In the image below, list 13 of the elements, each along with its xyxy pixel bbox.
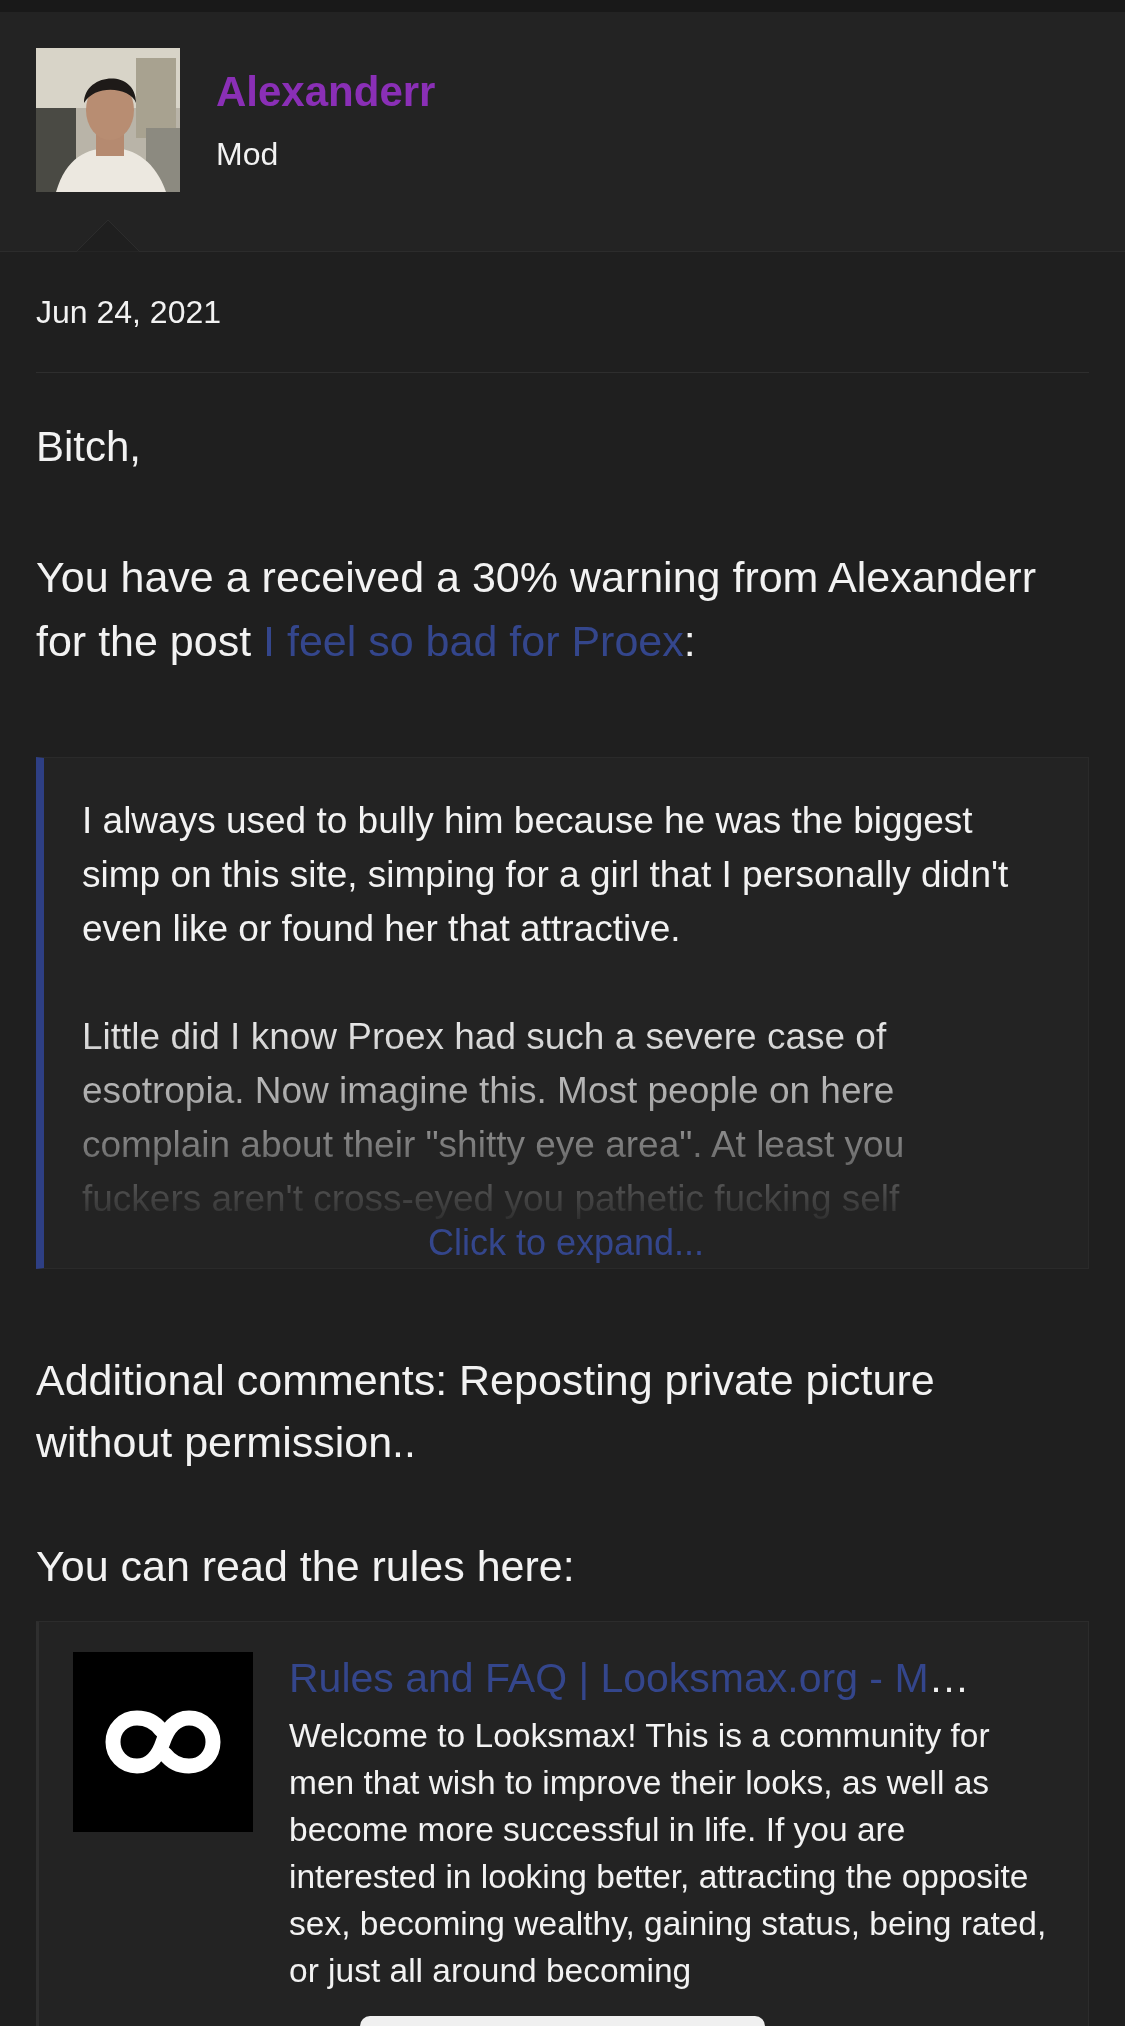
rules-intro: You can read the rules here: bbox=[36, 1541, 576, 1592]
card-title-link[interactable]: Rules and FAQ | Looksmax.org - M… bbox=[289, 1652, 1058, 1704]
user-role: Mod bbox=[216, 135, 280, 174]
username[interactable]: Alexanderr bbox=[216, 66, 436, 118]
card-description: Welcome to Looksmax! This is a community for men that wish to improve their looks, as well as become more successful in life. If you are interested in looking better, attracting the opposite sex, becoming wealthy, gaining status, being rated, or just all around becoming bbox=[289, 1716, 1048, 1991]
quote-paragraph: I always used to bully him because he was the biggest simp on this site, simping for a girl that I personally didn't even like or found her that attractive. bbox=[82, 799, 1010, 951]
post-link[interactable]: I feel so bad for Proex bbox=[263, 617, 684, 665]
expand-link[interactable]: Click to expand... bbox=[427, 1224, 705, 1262]
post-date: Jun 24, 2021 bbox=[36, 252, 1089, 373]
greeting: Bitch, bbox=[36, 422, 143, 472]
infinity-icon bbox=[103, 1708, 223, 1776]
comments-text: Additional comments: Reposting private picture without permission.. bbox=[36, 1355, 936, 1468]
warning-text: You have a received a 30% warning from Alexanderr for the post I feel so bad for Proex: bbox=[36, 552, 1037, 667]
